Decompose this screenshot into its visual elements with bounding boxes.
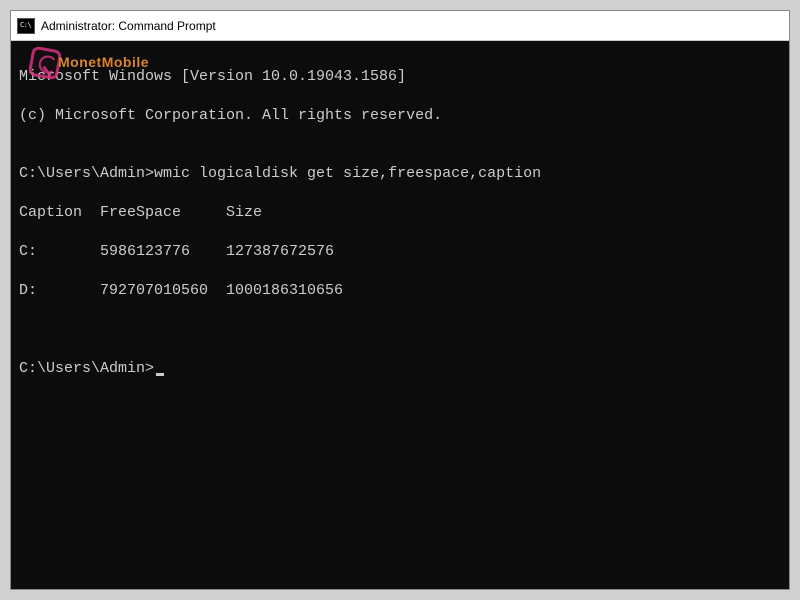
window-title: Administrator: Command Prompt — [41, 19, 216, 33]
output-header: Caption FreeSpace Size — [19, 203, 781, 223]
copyright-line: (c) Microsoft Corporation. All rights re… — [19, 106, 781, 126]
current-prompt[interactable]: C:\Users\Admin> — [19, 359, 781, 379]
prompt-path: C:\Users\Admin> — [19, 359, 154, 379]
prompt-path: C:\Users\Admin> — [19, 165, 154, 182]
command-text: wmic logicaldisk get size,freespace,capt… — [154, 165, 541, 182]
output-row-c: C: 5986123776 127387672576 — [19, 242, 781, 262]
terminal-area[interactable]: Microsoft Windows [Version 10.0.19043.15… — [11, 41, 789, 589]
cursor — [156, 373, 164, 376]
cmd-icon — [17, 18, 35, 34]
output-row-d: D: 792707010560 1000186310656 — [19, 281, 781, 301]
titlebar[interactable]: Administrator: Command Prompt — [11, 11, 789, 41]
cmd-window: Administrator: Command Prompt Microsoft … — [10, 10, 790, 590]
command-line: C:\Users\Admin>wmic logicaldisk get size… — [19, 164, 781, 184]
version-line: Microsoft Windows [Version 10.0.19043.15… — [19, 67, 781, 87]
